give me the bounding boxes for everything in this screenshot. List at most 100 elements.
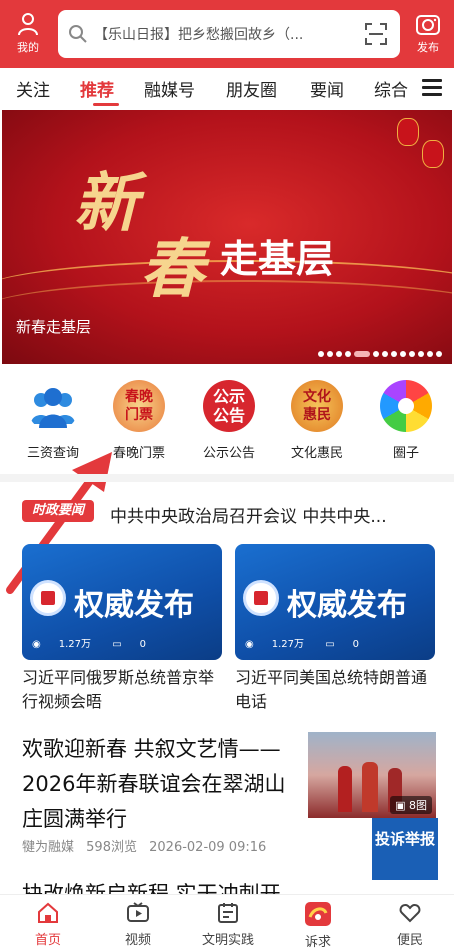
appeal-logo-icon <box>305 902 331 926</box>
people-icon <box>27 380 79 432</box>
nav-label: 便民 <box>396 933 423 948</box>
user-icon <box>18 13 38 36</box>
comment-count: 0 <box>139 639 147 650</box>
card-stats: ◉ 1.27万 ▭ 0 <box>32 635 164 650</box>
article-meta: 犍为融媒 598浏览 2026-02-09 09:16 <box>22 836 274 855</box>
banner-carousel[interactable]: 新 春 走基层 新春走基层 <box>2 110 452 364</box>
camera-icon <box>416 15 440 35</box>
tab-follow[interactable]: 关注 <box>16 76 50 101</box>
carousel-dot[interactable] <box>327 351 333 357</box>
headline-ticker[interactable]: 时政要闻 中共中央政治局召开会议 中共中央... <box>0 492 454 532</box>
carousel-dot[interactable] <box>354 351 370 357</box>
nav-appeal[interactable]: 诉求 <box>288 901 348 950</box>
tv-icon <box>127 902 149 922</box>
me-label: 我的 <box>17 41 39 54</box>
ticket-badge-icon: 春晚门票 <box>113 380 165 432</box>
carousel-dot[interactable] <box>427 351 433 357</box>
tab-friends-circle[interactable]: 朋友圈 <box>226 76 277 101</box>
nav-civilization-practice[interactable]: 文明实践 <box>198 901 258 948</box>
quick-item-public-notice[interactable]: 公示公告 公示公告 <box>189 380 269 461</box>
article-thumbnail: ▣ 8图 <box>308 732 436 818</box>
carousel-dot[interactable] <box>436 351 442 357</box>
nav-label: 首页 <box>34 933 61 948</box>
tab-general[interactable]: 综合 <box>374 76 408 101</box>
banner-art-rest: 走基层 <box>220 236 335 281</box>
carousel-dot[interactable] <box>418 351 424 357</box>
comment-icon: ▭ <box>112 639 122 650</box>
publish-label: 发布 <box>417 41 439 54</box>
app-header: 我的 【乐山日报】把乡愁搬回故乡（... 发布 <box>0 0 454 68</box>
me-button[interactable]: 我的 <box>6 10 50 58</box>
nav-home[interactable]: 首页 <box>18 901 78 948</box>
eye-icon: ◉ <box>245 639 254 650</box>
tab-media-account[interactable]: 融媒号 <box>144 76 195 101</box>
search-box[interactable]: 【乐山日报】把乡愁搬回故乡（... <box>58 10 400 58</box>
card-brand: 权威发布 <box>74 588 194 623</box>
card-title: 习近平同美国总统特朗普通电话 <box>235 668 428 711</box>
view-count: 1.27万 <box>58 639 91 650</box>
card-title: 习近平同俄罗斯总统普京举行视频会晤 <box>22 668 215 711</box>
article-views: 598浏览 <box>86 840 137 855</box>
card-brand: 权威发布 <box>287 588 407 623</box>
carousel-dot[interactable] <box>391 351 397 357</box>
channel-menu-icon[interactable] <box>422 79 442 97</box>
card-thumbnail: 权威发布 ◉ 1.27万 ▭ 0 <box>235 544 435 660</box>
comment-icon: ▭ <box>325 639 335 650</box>
carousel-dots <box>318 351 452 357</box>
banner-caption: 新春走基层 <box>16 318 92 336</box>
news-card[interactable]: 权威发布 ◉ 1.27万 ▭ 0 习近平同俄罗斯总统普京举行视频会晤 <box>22 544 222 714</box>
nav-label: 文明实践 <box>201 933 254 948</box>
nav-label: 视频 <box>124 933 151 948</box>
view-count: 1.27万 <box>271 639 304 650</box>
culture-badge-icon: 文化惠民 <box>291 380 343 432</box>
carousel-dot[interactable] <box>318 351 324 357</box>
nav-convenience[interactable]: 便民 <box>380 901 440 948</box>
tab-active-indicator <box>93 103 119 106</box>
bottom-nav: 首页 视频 文明实践 诉求 便民 <box>0 894 454 952</box>
report-button[interactable]: 投诉举报 <box>372 818 438 880</box>
search-placeholder: 【乐山日报】把乡愁搬回故乡（... <box>94 27 304 43</box>
article-source: 犍为融媒 <box>22 840 75 855</box>
ticker-tag: 时政要闻 <box>22 500 94 522</box>
pinwheel-icon <box>380 380 432 432</box>
article-title: 欢歌迎新春 共叙文艺情——2026年新春联谊会在翠湖山庄圆满举行 <box>22 737 286 831</box>
carousel-dot[interactable] <box>382 351 388 357</box>
nav-label: 诉求 <box>304 935 331 950</box>
nav-video[interactable]: 视频 <box>108 901 168 948</box>
tab-recommend[interactable]: 推荐 <box>80 76 114 101</box>
heart-icon <box>399 903 421 923</box>
card-thumbnail: 权威发布 ◉ 1.27万 ▭ 0 <box>22 544 222 660</box>
image-count-badge: ▣ 8图 <box>390 796 432 814</box>
carousel-dot[interactable] <box>409 351 415 357</box>
news-card[interactable]: 权威发布 ◉ 1.27万 ▭ 0 习近平同美国总统特朗普通电话 <box>235 544 435 714</box>
lantern-decoration <box>397 118 419 146</box>
calendar-icon <box>218 903 238 923</box>
banner-art-char2: 春 <box>140 232 204 307</box>
notice-badge-icon: 公示公告 <box>203 380 255 432</box>
carousel-dot[interactable] <box>345 351 351 357</box>
quick-item-label: 文化惠民 <box>290 446 343 461</box>
quick-item-label: 圈子 <box>392 446 419 461</box>
xinhua-logo-icon <box>243 580 279 616</box>
scan-icon[interactable] <box>364 22 388 46</box>
ticker-text: 中共中央政治局召开会议 中共中央... <box>110 507 387 527</box>
carousel-dot[interactable] <box>373 351 379 357</box>
carousel-dot[interactable] <box>400 351 406 357</box>
quick-item-circle[interactable]: 圈子 <box>366 380 446 461</box>
comment-count: 0 <box>352 639 360 650</box>
section-divider <box>0 474 454 482</box>
xinhua-logo-icon <box>30 580 66 616</box>
eye-icon: ◉ <box>32 639 41 650</box>
tab-headlines[interactable]: 要闻 <box>310 76 344 101</box>
carousel-dot[interactable] <box>336 351 342 357</box>
quick-item-label: 公示公告 <box>202 446 255 461</box>
lantern-decoration <box>422 140 444 168</box>
article-date: 2026-02-09 09:16 <box>149 840 267 855</box>
home-icon <box>38 902 58 923</box>
search-icon <box>69 25 87 43</box>
banner-art-char1: 新 <box>74 166 138 241</box>
card-stats: ◉ 1.27万 ▭ 0 <box>245 635 377 650</box>
quick-item-culture[interactable]: 文化惠民 文化惠民 <box>277 380 357 461</box>
publish-button[interactable]: 发布 <box>406 10 450 58</box>
channel-tabs: 关注 推荐 融媒号 朋友圈 要闻 综合 <box>0 68 454 108</box>
